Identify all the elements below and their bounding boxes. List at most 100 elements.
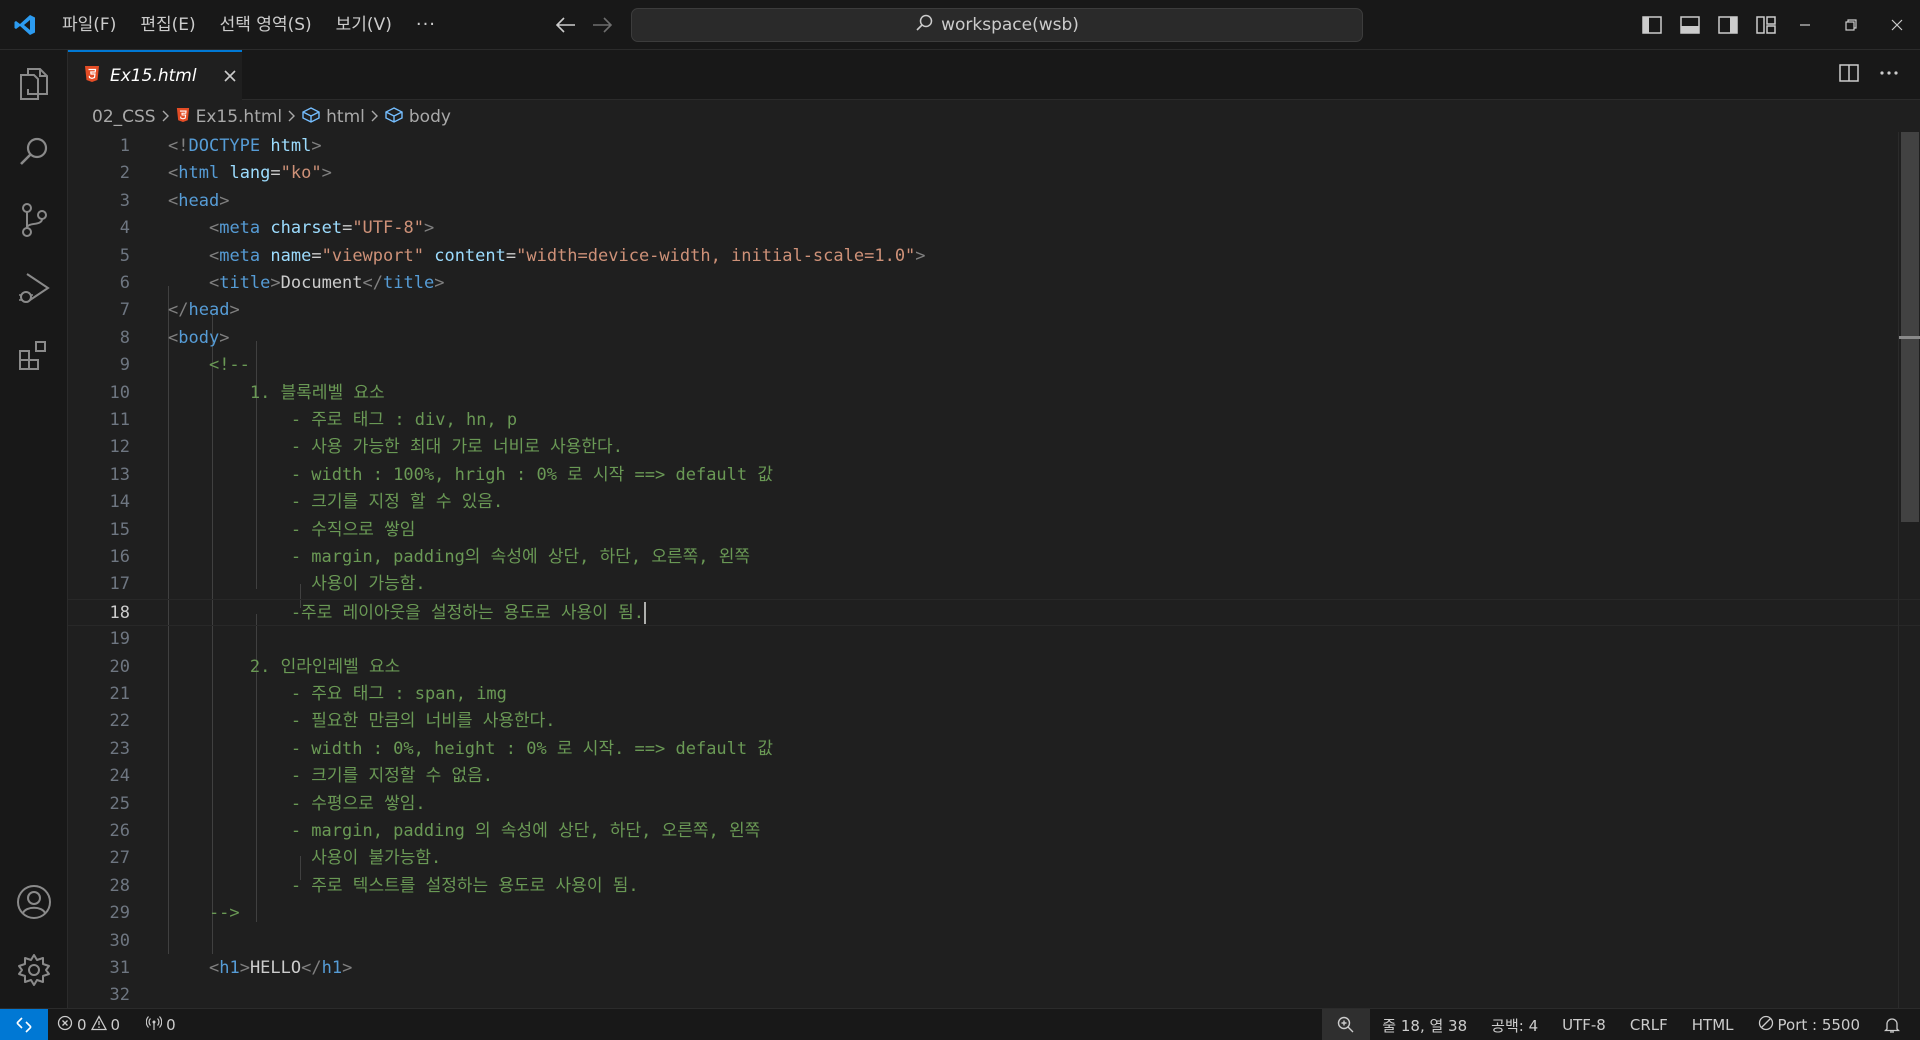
close-window-icon[interactable] bbox=[1874, 0, 1920, 50]
line-number: 4 bbox=[119, 218, 130, 238]
line-number: 27 bbox=[109, 848, 130, 868]
line-number: 14 bbox=[109, 492, 130, 512]
toggle-primary-sidebar-icon[interactable] bbox=[1638, 10, 1666, 40]
code-token: </ bbox=[168, 300, 189, 320]
breadcrumb-symbol-body[interactable]: body bbox=[385, 106, 451, 128]
code-text: - 수평으로 쌓임. bbox=[168, 791, 426, 818]
code-line[interactable]: 8 <body> bbox=[68, 325, 1920, 352]
code-line[interactable]: 28 - 주로 텍스트를 설정하는 용도로 사용이 됨. bbox=[68, 873, 1920, 900]
code-line[interactable]: 9 <!-- bbox=[68, 352, 1920, 379]
vertical-scrollbar[interactable] bbox=[1898, 132, 1920, 1008]
circle-slash-icon bbox=[1758, 1015, 1774, 1035]
code-line[interactable]: 24 - 크기를 지정할 수 없음. bbox=[68, 763, 1920, 790]
live-server-port[interactable]: Port : 5500 bbox=[1746, 1009, 1873, 1040]
code-line[interactable]: 32 bbox=[68, 982, 1920, 1008]
restore-icon[interactable] bbox=[1828, 0, 1874, 50]
code-token: html bbox=[270, 136, 312, 156]
code-line[interactable]: 27 사용이 불가능함. bbox=[68, 845, 1920, 872]
code-line[interactable]: 19 bbox=[68, 626, 1920, 653]
search-label: workspace(wsb) bbox=[941, 15, 1079, 35]
code-token: 사용이 불가능함. bbox=[168, 848, 442, 868]
indentation-setting[interactable]: 공백: 4 bbox=[1479, 1009, 1550, 1040]
code-token: - 수직으로 쌓임 bbox=[168, 520, 416, 540]
breadcrumb-folder[interactable]: 02_CSS bbox=[92, 107, 156, 127]
code-line[interactable]: 23 - width : 0%, height : 0% 로 시작. ==> d… bbox=[68, 736, 1920, 763]
scrollbar-thumb[interactable] bbox=[1901, 132, 1919, 522]
tab-ex15-html[interactable]: Ex15.html bbox=[68, 50, 242, 100]
broadcast-icon bbox=[145, 1015, 163, 1035]
more-actions-icon[interactable] bbox=[1878, 62, 1900, 88]
code-line[interactable]: 25 - 수평으로 쌓임. bbox=[68, 791, 1920, 818]
explorer-icon[interactable] bbox=[0, 50, 68, 118]
code-text: <meta name="viewport" content="width=dev… bbox=[168, 243, 926, 270]
code-line[interactable]: 21 - 주요 태그 : span, img bbox=[68, 681, 1920, 708]
code-line[interactable]: 3 <head> bbox=[68, 188, 1920, 215]
code-line[interactable]: 10 1. 블록레벨 요소 bbox=[68, 380, 1920, 407]
code-line[interactable]: 13 - width : 100%, hrigh : 0% 로 시작 ==> d… bbox=[68, 462, 1920, 489]
code-line[interactable]: 20 2. 인라인레벨 요소 bbox=[68, 654, 1920, 681]
code-line[interactable]: 18 -주로 레이아웃을 설정하는 용도로 사용이 됨. bbox=[68, 599, 1920, 626]
code-line[interactable]: 31 <h1>HELLO</h1> bbox=[68, 955, 1920, 982]
extensions-icon[interactable] bbox=[0, 322, 68, 390]
menu-file[interactable]: 파일(F) bbox=[50, 9, 128, 41]
code-line[interactable]: 26 - margin, padding 의 속성에 상단, 하단, 오른쪽, … bbox=[68, 818, 1920, 845]
code-text: 사용이 가능함. bbox=[168, 571, 425, 598]
breadcrumb-symbol-html[interactable]: html bbox=[302, 106, 365, 128]
menu-selection[interactable]: 선택 영역(S) bbox=[208, 9, 324, 41]
eol-setting[interactable]: CRLF bbox=[1618, 1009, 1680, 1040]
menu-view[interactable]: 보기(V) bbox=[324, 9, 404, 41]
search-view-icon[interactable] bbox=[0, 118, 68, 186]
remote-indicator-icon[interactable] bbox=[0, 1008, 48, 1040]
minimize-icon[interactable] bbox=[1782, 0, 1828, 50]
notifications-bell-icon[interactable] bbox=[1872, 1009, 1920, 1040]
code-line[interactable]: 30 bbox=[68, 928, 1920, 955]
forward-arrow-icon[interactable] bbox=[584, 9, 620, 41]
toggle-panel-icon[interactable] bbox=[1676, 10, 1704, 40]
settings-gear-icon[interactable] bbox=[0, 936, 68, 1004]
menu-more-button[interactable]: ··· bbox=[404, 14, 448, 35]
code-line[interactable]: 12 - 사용 가능한 최대 가로 너비로 사용한다. bbox=[68, 434, 1920, 461]
menu-edit[interactable]: 편집(E) bbox=[128, 9, 207, 41]
code-token: lang bbox=[229, 163, 271, 183]
code-token: - 수평으로 쌓임. bbox=[168, 794, 426, 814]
code-line[interactable]: 1 <!DOCTYPE html> bbox=[68, 133, 1920, 160]
code-line[interactable]: 4 <meta charset="UTF-8"> bbox=[68, 215, 1920, 242]
source-control-icon[interactable] bbox=[0, 186, 68, 254]
toggle-secondary-sidebar-icon[interactable] bbox=[1714, 10, 1742, 40]
breadcrumb-file[interactable]: Ex15.html bbox=[176, 107, 282, 128]
back-arrow-icon[interactable] bbox=[548, 9, 584, 41]
split-editor-icon[interactable] bbox=[1838, 62, 1860, 88]
language-mode[interactable]: HTML bbox=[1680, 1009, 1746, 1040]
encoding-setting[interactable]: UTF-8 bbox=[1550, 1009, 1618, 1040]
code-line[interactable]: 15 - 수직으로 쌓임 bbox=[68, 517, 1920, 544]
accounts-icon[interactable] bbox=[0, 868, 68, 936]
code-line[interactable]: 16 - margin, padding의 속성에 상단, 하단, 오른쪽, 왼… bbox=[68, 544, 1920, 571]
zoom-icon[interactable] bbox=[1322, 1009, 1371, 1040]
code-line[interactable]: 11 - 주로 태그 : div, hn, p bbox=[68, 407, 1920, 434]
code-token: </ bbox=[301, 958, 322, 978]
line-number: 2 bbox=[119, 163, 130, 183]
line-number: 8 bbox=[119, 328, 130, 348]
code-token: "UTF-8" bbox=[352, 218, 424, 238]
code-line[interactable]: 7 </head> bbox=[68, 297, 1920, 324]
run-debug-icon[interactable] bbox=[0, 254, 68, 322]
code-line[interactable]: 14 - 크기를 지정 할 수 있음. bbox=[68, 489, 1920, 516]
code-line[interactable]: 2 <html lang="ko"> bbox=[68, 160, 1920, 187]
code-token: > bbox=[239, 958, 250, 978]
code-editor[interactable]: 1 <!DOCTYPE html> 2 <html lang="ko"> 3 <head>… bbox=[68, 132, 1920, 1008]
customize-layout-icon[interactable] bbox=[1752, 10, 1780, 40]
code-line[interactable]: 17 사용이 가능함. bbox=[68, 571, 1920, 598]
warning-count: 0 bbox=[110, 1015, 121, 1034]
problems-indicator[interactable]: 0 0 bbox=[48, 1009, 129, 1040]
command-center-search[interactable]: workspace(wsb) bbox=[631, 8, 1363, 42]
cursor-position[interactable]: 줄 18, 열 38 bbox=[1370, 1009, 1479, 1040]
code-line[interactable]: 29 --> bbox=[68, 900, 1920, 927]
ports-indicator[interactable]: 0 bbox=[137, 1009, 185, 1040]
close-tab-icon[interactable] bbox=[223, 64, 237, 88]
code-line[interactable]: 22 - 필요한 만큼의 너비를 사용한다. bbox=[68, 708, 1920, 735]
code-line[interactable]: 5 <meta name="viewport" content="width=d… bbox=[68, 243, 1920, 270]
code-line[interactable]: 6 <title>Document</title> bbox=[68, 270, 1920, 297]
